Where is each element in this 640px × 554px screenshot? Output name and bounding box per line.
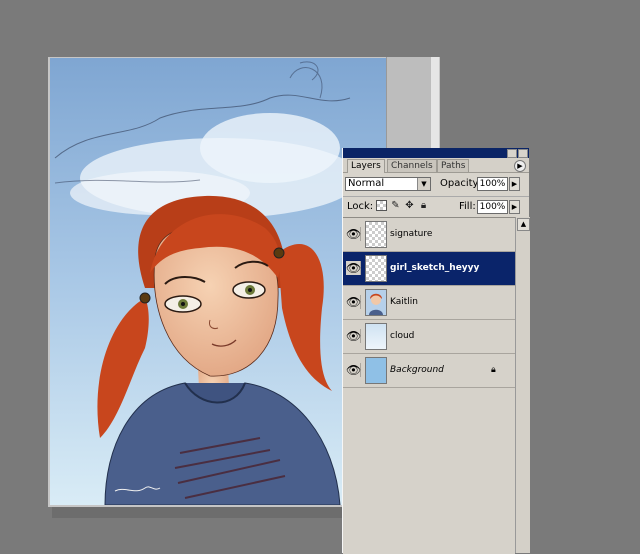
layer-row[interactable]: 👁︎ cloud	[343, 320, 515, 354]
chevron-down-icon[interactable]: ▼	[417, 178, 430, 190]
fill-slider-arrow-icon[interactable]: ▶	[509, 200, 520, 214]
layer-name: Kaitlin	[390, 297, 418, 307]
chevron-up-icon[interactable]: ▲	[517, 218, 530, 231]
move-icon[interactable]: ✥	[404, 200, 415, 211]
blend-mode-value: Normal	[348, 178, 385, 189]
layer-row[interactable]: 👁︎ Kaitlin	[343, 286, 515, 320]
layer-thumbnail	[365, 289, 387, 316]
lock-fill-row: Lock: ✎ ✥ 🔒︎ Fill: 100% ▶	[343, 196, 529, 217]
padlock-icon: 🔒︎	[491, 365, 496, 375]
tab-paths[interactable]: Paths	[437, 159, 470, 172]
layer-name: signature	[390, 229, 433, 239]
minimize-icon[interactable]	[507, 149, 517, 158]
image-canvas[interactable]	[50, 58, 386, 505]
palette-title-bar[interactable]	[343, 148, 529, 158]
layers-list: 👁︎ signature 👁︎ girl_sketch_heyyy 👁︎ Kai…	[343, 217, 515, 554]
padlock-icon[interactable]: 🔒︎	[418, 200, 429, 211]
fill-input[interactable]: 100%	[477, 200, 508, 214]
layer-thumbnail	[365, 255, 387, 282]
artwork-girl-illustration	[50, 58, 386, 505]
opacity-slider-arrow-icon[interactable]: ▶	[509, 177, 520, 191]
layer-row[interactable]: 👁︎ signature	[343, 218, 515, 252]
brush-icon[interactable]: ✎	[390, 200, 401, 211]
layer-thumbnail	[365, 323, 387, 350]
opacity-input[interactable]: 100%	[477, 177, 508, 191]
arrow-right-circle-icon[interactable]: ▶	[514, 160, 526, 172]
layer-name: cloud	[390, 331, 415, 341]
layer-row[interactable]: 👁︎ Background 🔒︎	[343, 354, 515, 388]
eye-icon[interactable]: 👁︎	[346, 295, 361, 309]
close-icon[interactable]	[518, 149, 528, 158]
opacity-label: Opacity:	[440, 178, 482, 189]
layer-name: Background	[390, 365, 444, 375]
fill-label: Fill:	[459, 201, 476, 212]
eye-icon[interactable]: 👁︎	[346, 329, 361, 343]
blend-opacity-row: Normal ▼ Opacity: 100% ▶	[343, 174, 529, 194]
layer-thumbnail	[365, 221, 387, 248]
layers-scrollbar[interactable]: ▲	[515, 217, 530, 553]
checker-lock-icon[interactable]	[376, 200, 387, 211]
layer-row-selected[interactable]: 👁︎ girl_sketch_heyyy	[343, 252, 515, 286]
layer-name: girl_sketch_heyyy	[390, 263, 480, 273]
eye-icon[interactable]: 👁︎	[346, 261, 361, 275]
eye-icon[interactable]: 👁︎	[346, 227, 361, 241]
layer-thumbnail	[365, 357, 387, 384]
tab-channels[interactable]: Channels	[387, 159, 437, 172]
blend-mode-select[interactable]: Normal ▼	[345, 177, 431, 191]
tab-layers[interactable]: Layers	[347, 159, 385, 173]
eye-icon[interactable]: 👁︎	[346, 363, 361, 377]
layers-palette: Layers Channels Paths ▶ Normal ▼ Opacity…	[342, 148, 530, 554]
palette-tabs: Layers Channels Paths ▶	[343, 158, 529, 173]
lock-label: Lock:	[347, 201, 374, 212]
